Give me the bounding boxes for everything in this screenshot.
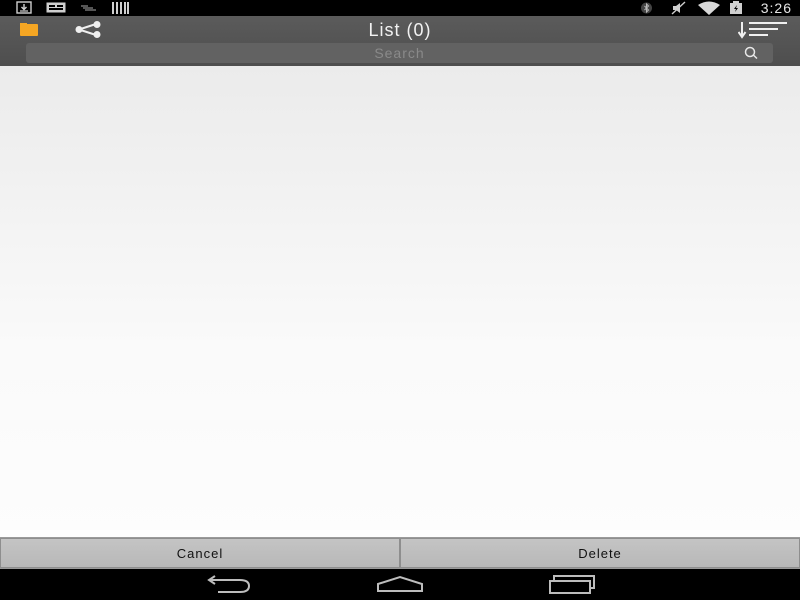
- back-icon[interactable]: [206, 575, 252, 593]
- toolbar: List (0): [0, 16, 800, 66]
- sort-icon[interactable]: [738, 20, 788, 40]
- wifi-icon: [698, 1, 720, 15]
- search-icon[interactable]: [743, 46, 759, 60]
- list-area: [0, 66, 800, 537]
- download-icon: [16, 1, 32, 14]
- search-box: [26, 43, 773, 63]
- recents-icon[interactable]: [548, 575, 596, 595]
- home-icon[interactable]: [376, 575, 424, 593]
- clock: 3:26: [760, 0, 792, 16]
- signal-small-icon: [81, 5, 96, 11]
- delete-button[interactable]: Delete: [400, 538, 800, 568]
- bluetooth-icon: [641, 2, 652, 14]
- navigation-bar: [0, 569, 800, 600]
- search-input[interactable]: [26, 43, 773, 63]
- barcode-icon: [112, 2, 129, 14]
- keyboard-icon: [46, 2, 66, 13]
- cancel-button[interactable]: Cancel: [0, 538, 400, 568]
- page-title: List (0): [368, 20, 432, 40]
- mute-icon: [671, 1, 686, 15]
- battery-icon: [730, 1, 742, 14]
- action-bar: Cancel Delete: [0, 537, 800, 569]
- status-bar: 3:26: [0, 0, 800, 16]
